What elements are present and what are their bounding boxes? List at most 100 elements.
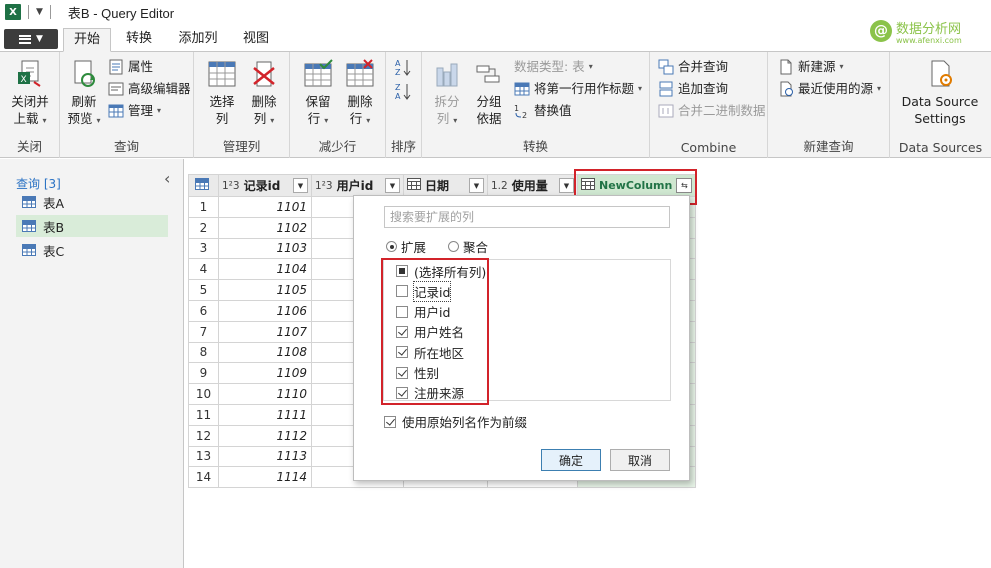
column-option[interactable]: 用户姓名 (396, 323, 464, 341)
refresh-preview-button[interactable]: 刷新 预览 ▾ (64, 58, 104, 129)
column-option[interactable]: (选择所有列) (396, 262, 486, 280)
table-type-icon[interactable] (581, 178, 595, 193)
row-number[interactable]: 3 (188, 237, 219, 260)
keep-rows-button[interactable]: 保留 行 ▾ (298, 58, 338, 129)
row-number[interactable]: 1 (188, 196, 219, 218)
quick-access-dropdown-icon[interactable]: ▼ (36, 7, 43, 17)
query-item-b[interactable]: 表B (16, 215, 168, 237)
column-option[interactable]: 所在地区 (396, 343, 464, 361)
expand-radio[interactable] (386, 241, 397, 252)
row-number[interactable]: 5 (188, 279, 219, 301)
row-number[interactable]: 2 (188, 216, 219, 239)
remove-columns-button[interactable]: 删除 列 ▾ (244, 58, 284, 129)
manage-button[interactable]: 管理 ▾ (108, 102, 161, 120)
properties-button[interactable]: 属性 (108, 58, 153, 76)
cell-record-id[interactable]: 1114 (218, 466, 312, 489)
data-source-settings-button[interactable]: Data Source Settings (894, 58, 986, 127)
column-option-checkbox[interactable] (396, 366, 408, 379)
column-header-date[interactable]: 日期 ▼ (403, 174, 488, 197)
combine-binaries-button[interactable]: 合并二进制数据 (658, 102, 766, 120)
merge-queries-button[interactable]: 合并查询 (658, 58, 728, 76)
column-option[interactable]: 性别 (396, 364, 439, 382)
cell-record-id[interactable]: 1102 (218, 216, 312, 239)
recent-sources-button[interactable]: 最近使用的源 ▾ (778, 80, 881, 98)
cell-record-id[interactable]: 1108 (218, 341, 312, 364)
cell-record-id[interactable]: 1105 (218, 279, 312, 301)
row-number[interactable]: 10 (188, 383, 219, 405)
use-prefix-option[interactable]: 使用原始列名作为前缀 (384, 412, 527, 431)
choose-columns-button[interactable]: 选择 列 (202, 58, 242, 127)
column-option-checkbox[interactable] (396, 386, 408, 399)
data-type-dropdown[interactable]: 数据类型: 表 ▾ (514, 58, 593, 76)
row-number[interactable]: 6 (188, 299, 219, 322)
sort-ascending-button[interactable]: AZ (395, 58, 411, 77)
aggregate-radio-label[interactable]: 聚合 (463, 237, 488, 256)
column-option-checkbox[interactable] (396, 346, 408, 359)
query-item-a[interactable]: 表A (16, 191, 168, 213)
column-header-new-column[interactable]: NewColumn ⇆ (576, 174, 697, 197)
cancel-button[interactable]: 取消 (610, 449, 670, 471)
replace-values-button[interactable]: 12 替换值 (514, 102, 572, 120)
expand-radio-label[interactable]: 扩展 (401, 237, 426, 256)
row-number[interactable]: 14 (188, 466, 219, 489)
append-queries-button[interactable]: 追加查询 (658, 80, 728, 98)
column-option[interactable]: 用户id (396, 303, 450, 321)
cell-record-id[interactable]: 1104 (218, 258, 312, 281)
expand-column-icon[interactable]: ⇆ (676, 178, 693, 193)
aggregate-radio[interactable] (448, 241, 460, 252)
column-option-checkbox[interactable] (396, 265, 408, 277)
file-menu-button[interactable]: ▼ (4, 29, 58, 49)
column-header-usage[interactable]: 1.2 使用量 ▼ (487, 174, 578, 197)
tab-add-column[interactable]: 添加列 (172, 28, 224, 52)
column-option[interactable]: 注册来源 (396, 384, 464, 402)
ok-button[interactable]: 确定 (541, 449, 601, 471)
row-number[interactable]: 9 (188, 362, 219, 385)
cell-record-id[interactable]: 1113 (218, 445, 312, 468)
cell-record-id[interactable]: 1106 (218, 299, 312, 322)
use-prefix-checkbox[interactable] (384, 415, 396, 428)
column-header-user-id[interactable]: 1²3 用户id ▼ (311, 174, 404, 197)
cell-record-id[interactable]: 1103 (218, 237, 312, 260)
use-first-row-as-headers-button[interactable]: 将第一行用作标题 ▾ (514, 80, 642, 98)
integer-type-icon[interactable]: 1²3 (222, 180, 240, 192)
column-header-record-id[interactable]: 1²3 记录id ▼ (218, 174, 312, 197)
cell-record-id[interactable]: 1107 (218, 320, 312, 343)
cell-record-id[interactable]: 1109 (218, 362, 312, 385)
collapse-pane-icon[interactable]: ‹ (164, 169, 170, 188)
column-option-checkbox[interactable] (396, 285, 408, 298)
cell-record-id[interactable]: 1110 (218, 383, 312, 405)
remove-rows-button[interactable]: 删除 行 ▾ (340, 58, 380, 129)
new-source-button[interactable]: 新建源 ▾ (778, 58, 844, 76)
cell-record-id[interactable]: 1112 (218, 424, 312, 447)
cell-record-id[interactable]: 1111 (218, 403, 312, 426)
filter-dropdown-icon[interactable]: ▼ (293, 178, 308, 193)
column-option[interactable]: 记录id (396, 280, 452, 302)
row-number[interactable]: 4 (188, 258, 219, 281)
row-number[interactable]: 8 (188, 341, 219, 364)
filter-dropdown-icon[interactable]: ▼ (469, 178, 484, 193)
row-number[interactable]: 13 (188, 445, 219, 468)
tab-transform[interactable]: 转换 (116, 28, 162, 52)
tab-view[interactable]: 视图 (236, 28, 276, 52)
advanced-editor-button[interactable]: 高级编辑器 (108, 80, 191, 98)
integer-type-icon[interactable]: 1²3 (315, 180, 333, 192)
tab-home[interactable]: 开始 (63, 28, 111, 52)
split-column-button[interactable]: 拆分 列 ▾ (428, 58, 466, 129)
date-type-icon[interactable] (407, 178, 421, 193)
column-option-checkbox[interactable] (396, 305, 408, 318)
decimal-type-icon[interactable]: 1.2 (491, 180, 508, 192)
row-number[interactable]: 11 (188, 403, 219, 426)
excel-icon[interactable]: X (5, 4, 21, 20)
query-item-c[interactable]: 表C (16, 239, 168, 261)
row-number[interactable]: 12 (188, 424, 219, 447)
column-option-checkbox[interactable] (396, 325, 408, 338)
group-by-button[interactable]: 分组 依据 (470, 58, 508, 127)
queries-header[interactable]: 查询 [3] (16, 175, 61, 192)
cell-record-id[interactable]: 1101 (218, 196, 312, 218)
select-all-corner[interactable] (188, 174, 219, 197)
close-and-load-button[interactable]: X 关闭并 上载 ▾ (8, 58, 52, 129)
expand-search-input[interactable] (384, 206, 670, 228)
sort-descending-button[interactable]: ZA (395, 82, 411, 101)
filter-dropdown-icon[interactable]: ▼ (385, 178, 400, 193)
filter-dropdown-icon[interactable]: ▼ (559, 178, 574, 193)
